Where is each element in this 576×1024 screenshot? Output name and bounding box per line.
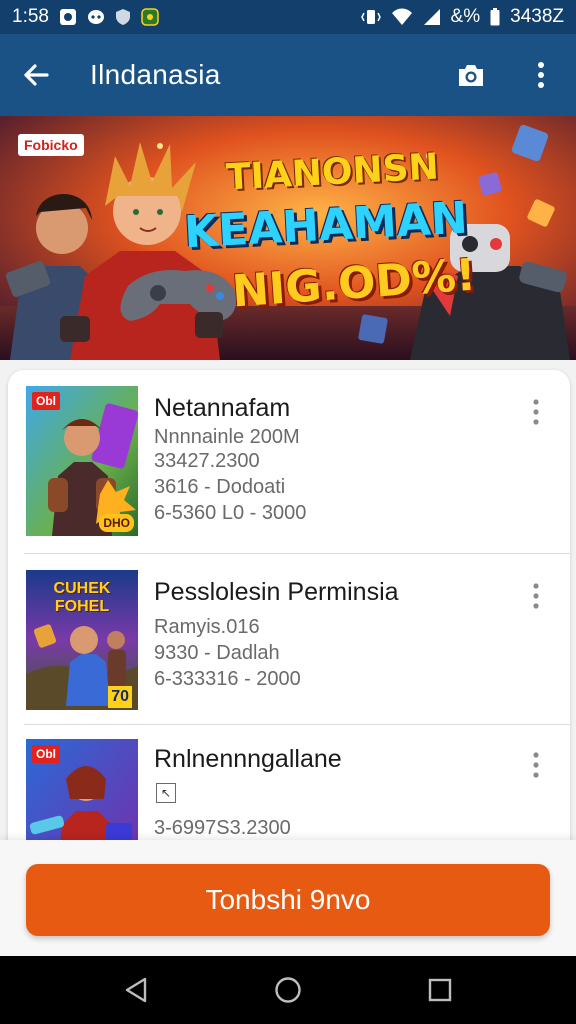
item-title: Pesslolesin Perminsia bbox=[154, 578, 399, 606]
signal-icon bbox=[423, 8, 441, 26]
item-detail: 33427.2300 bbox=[154, 450, 260, 472]
game-thumbnail: CUHEK FOHEL 70 bbox=[26, 570, 138, 720]
item-more-button[interactable] bbox=[522, 745, 550, 785]
item-detail: 3616 - Dodoati bbox=[154, 476, 286, 498]
app-bar: Ilndanasia bbox=[0, 34, 576, 116]
external-link-icon: ↖ bbox=[156, 783, 176, 803]
nav-home-icon bbox=[275, 977, 301, 1003]
list-item[interactable]: CUHEK FOHEL 70 Pesslolesin Perminsia Ram… bbox=[8, 554, 570, 724]
list-item[interactable]: Obl DHO Netannafam Nnnnainle 200M 33427.… bbox=[8, 370, 570, 540]
game-thumbnail: Obl DHO bbox=[26, 386, 138, 536]
item-detail: 3-6997S3.2300 bbox=[154, 817, 291, 839]
item-more-button[interactable] bbox=[522, 576, 550, 616]
thumbnail-badge: Obl bbox=[32, 392, 60, 410]
item-more-button[interactable] bbox=[522, 392, 550, 432]
primary-action-button[interactable]: Tonbshi 9nvo bbox=[26, 864, 550, 936]
chat-icon bbox=[87, 8, 105, 26]
camera-icon bbox=[459, 65, 483, 86]
thumbnail-tag: DHO bbox=[99, 514, 134, 532]
thumbnail-number: 70 bbox=[108, 686, 132, 708]
bottom-panel: Tonbshi 9nvo bbox=[0, 840, 576, 956]
more-vertical-icon bbox=[533, 752, 539, 778]
camera-button[interactable] bbox=[436, 34, 506, 116]
battery-icon bbox=[490, 8, 500, 26]
nav-back-button[interactable] bbox=[106, 960, 166, 1020]
status-time: 1:58 bbox=[12, 6, 49, 27]
nav-back-icon bbox=[125, 977, 147, 1003]
item-detail: 6-5360 L0 - 3000 bbox=[154, 502, 307, 524]
item-detail: Ramyis.016 bbox=[154, 616, 260, 638]
item-detail: 6-333316 - 2000 bbox=[154, 668, 301, 690]
app-icon bbox=[141, 8, 159, 26]
nav-recents-icon bbox=[428, 978, 452, 1002]
game-list: Obl DHO Netannafam Nnnnainle 200M 33427.… bbox=[8, 370, 570, 870]
status-percent: &% bbox=[450, 6, 481, 27]
promo-banner[interactable]: Fobicko TIANONSN KEAHAMAN NIG.OD%! bbox=[0, 116, 576, 360]
thumbnail-title: CUHEK FOHEL bbox=[53, 580, 111, 615]
wifi-icon bbox=[391, 8, 413, 26]
arrow-left-icon bbox=[24, 64, 49, 86]
item-title: Rnlnennngallane bbox=[154, 745, 342, 773]
more-vertical-icon bbox=[533, 583, 539, 609]
more-vertical-icon bbox=[538, 62, 544, 88]
system-nav-bar bbox=[0, 956, 576, 1024]
app-title: Ilndanasia bbox=[90, 59, 221, 90]
banner-badge: Fobicko bbox=[18, 134, 84, 156]
more-vertical-icon bbox=[533, 399, 539, 425]
status-extra: 3438Z bbox=[510, 6, 564, 27]
back-button[interactable] bbox=[0, 34, 72, 116]
item-detail: 9330 - Dadlah bbox=[154, 642, 280, 664]
item-title: Netannafam bbox=[154, 394, 291, 422]
nav-recents-button[interactable] bbox=[410, 960, 470, 1020]
status-bar: 1:58 &% 3438Z bbox=[0, 0, 576, 34]
vibrate-icon bbox=[360, 8, 381, 26]
notification-icon bbox=[59, 8, 77, 26]
shield-icon bbox=[115, 8, 131, 26]
nav-home-button[interactable] bbox=[258, 960, 318, 1020]
item-detail: Nnnnainle 200M bbox=[154, 426, 300, 448]
thumbnail-badge: Obl bbox=[32, 745, 60, 763]
more-options-button[interactable] bbox=[506, 34, 576, 116]
